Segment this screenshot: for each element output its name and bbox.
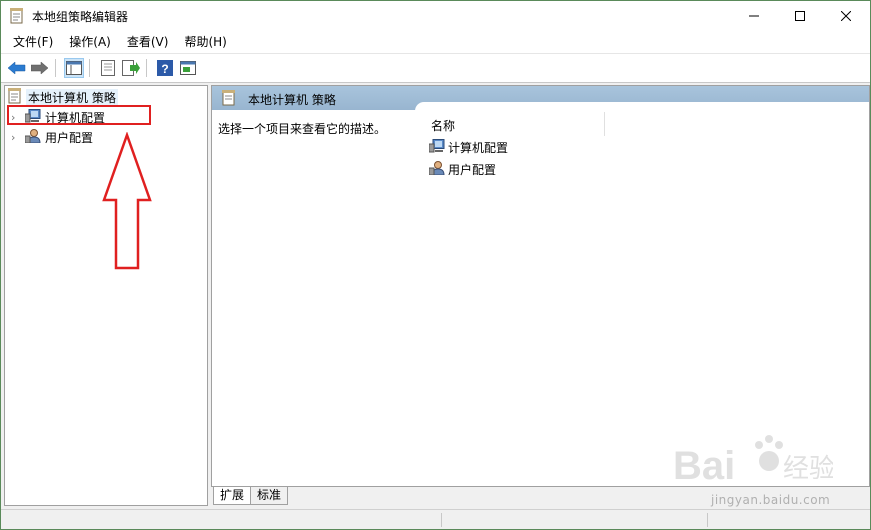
help-button[interactable]: ?	[155, 58, 175, 78]
tree-root-label: 本地计算机 策略	[26, 88, 118, 106]
properties-button[interactable]	[98, 58, 118, 78]
menu-action[interactable]: 操作(A)	[61, 31, 119, 53]
maximize-icon	[795, 11, 805, 21]
forward-button[interactable]	[30, 58, 50, 78]
window-title: 本地组策略编辑器	[32, 10, 129, 24]
column-divider[interactable]	[604, 112, 605, 136]
tab-standard[interactable]: 标准	[250, 487, 289, 505]
details-header-curve	[415, 102, 869, 111]
menu-file[interactable]: 文件(F)	[5, 31, 61, 53]
minimize-button[interactable]	[731, 1, 777, 31]
details-pane: 本地计算机 策略 选择一个项目来查看它的描述。 名称 计算机配置 用户配置	[211, 85, 870, 487]
annotation-arrow-icon	[102, 132, 152, 270]
list-item-user-config[interactable]: 用户配置	[428, 160, 497, 178]
title-bar: 本地组策略编辑器	[1, 1, 870, 31]
menu-view[interactable]: 查看(V)	[119, 31, 177, 53]
menu-help[interactable]: 帮助(H)	[176, 31, 234, 53]
tree-item-user-config[interactable]: › 用户配置	[11, 128, 93, 146]
menu-bar: 文件(F) 操作(A) 查看(V) 帮助(H)	[1, 31, 870, 54]
list-item-label: 用户配置	[448, 162, 497, 177]
computer-icon	[428, 138, 445, 156]
show-hide-tree-button[interactable]	[64, 58, 84, 78]
properties-icon	[101, 60, 115, 76]
svg-text:?: ?	[161, 62, 168, 76]
show-tree-icon	[66, 61, 82, 75]
details-header-title: 本地计算机 策略	[248, 93, 336, 107]
tab-extended[interactable]: 扩展	[213, 487, 252, 505]
toolbar-separator	[55, 59, 56, 77]
console-tree[interactable]: 本地计算机 策略 › 计算机配置 › 用户配置	[4, 85, 208, 506]
policy-document-icon	[8, 87, 22, 107]
item-description: 选择一个项目来查看它的描述。	[218, 122, 387, 136]
forward-arrow-icon	[31, 61, 49, 75]
help-icon: ?	[157, 60, 173, 76]
close-icon	[841, 11, 851, 21]
annotation-highlight-box	[7, 105, 151, 125]
maximize-button[interactable]	[777, 1, 823, 31]
policy-document-icon	[222, 90, 236, 109]
minimize-icon	[749, 15, 759, 17]
watermark-url: jingyan.baidu.com	[711, 493, 831, 507]
user-icon	[428, 160, 445, 178]
show-action-pane-icon	[180, 61, 196, 75]
svg-text:经验: 经验	[783, 454, 833, 484]
expand-chevron-icon[interactable]: ›	[11, 131, 21, 144]
tree-root[interactable]: 本地计算机 策略	[8, 87, 118, 107]
close-button[interactable]	[823, 1, 869, 31]
status-divider	[707, 513, 708, 527]
toolbar-separator	[146, 59, 147, 77]
back-button[interactable]	[7, 58, 27, 78]
toolbar: ?	[1, 54, 870, 83]
export-list-button[interactable]	[121, 58, 141, 78]
svg-text:Bai: Bai	[673, 444, 735, 488]
export-list-icon	[122, 60, 140, 76]
baidu-watermark-paw-icon: Bai 经验	[673, 435, 833, 488]
list-item-label: 计算机配置	[448, 140, 509, 155]
status-bar	[1, 509, 870, 529]
user-icon	[24, 128, 41, 146]
policy-document-icon	[10, 8, 24, 24]
show-action-pane-button[interactable]	[178, 58, 198, 78]
column-header-name[interactable]: 名称	[431, 117, 455, 134]
tree-item-label: 用户配置	[45, 130, 94, 145]
view-tabs: 扩展 标准	[213, 487, 289, 505]
back-arrow-icon	[8, 61, 26, 75]
mmc-window: 本地组策略编辑器 文件(F) 操作(A) 查看(V) 帮助(H) ? 本地计算机…	[0, 0, 871, 530]
status-divider	[441, 513, 442, 527]
list-item-computer-config[interactable]: 计算机配置	[428, 138, 509, 156]
toolbar-separator	[89, 59, 90, 77]
